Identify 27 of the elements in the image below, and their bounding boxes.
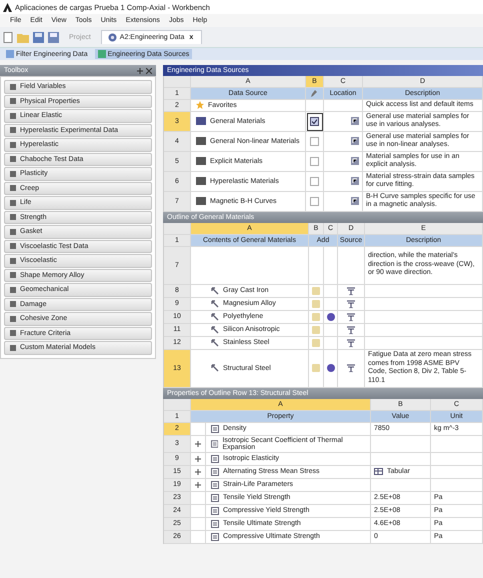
sphere-icon	[326, 312, 334, 320]
table-icon[interactable]	[374, 468, 383, 475]
sphere-icon	[326, 364, 334, 372]
checkbox[interactable]	[310, 156, 319, 166]
property-icon	[211, 506, 219, 514]
new-file-icon[interactable]	[3, 32, 13, 42]
checkbox[interactable]	[310, 176, 319, 186]
filter-icon	[6, 50, 14, 58]
pin-icon[interactable]	[137, 68, 143, 74]
property-icon	[211, 424, 219, 432]
app-logo-icon	[3, 2, 12, 12]
property-icon	[211, 532, 219, 540]
save-icon[interactable]	[33, 32, 44, 42]
close-icon[interactable]	[146, 68, 152, 74]
star-icon	[196, 101, 204, 110]
property-icon	[211, 520, 219, 528]
property-icon	[211, 480, 219, 488]
checkbox[interactable]	[310, 196, 319, 206]
property-icon	[211, 494, 219, 502]
property-icon	[211, 440, 218, 448]
property-icon	[211, 454, 219, 462]
checkbox[interactable]	[310, 136, 319, 146]
save-as-icon[interactable]	[48, 32, 59, 42]
pencil-icon	[311, 90, 318, 97]
database-icon	[98, 50, 106, 58]
property-icon	[211, 468, 219, 476]
checkbox[interactable]	[310, 116, 319, 126]
